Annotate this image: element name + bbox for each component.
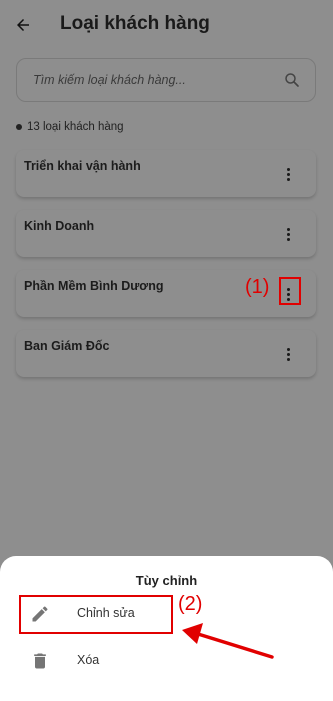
- list-item-label: Triển khai vận hành: [24, 159, 141, 173]
- list-item[interactable]: Phần Mềm Bình Dương: [16, 270, 316, 317]
- more-options-icon[interactable]: [278, 344, 298, 364]
- search-box[interactable]: [16, 58, 316, 102]
- more-options-icon[interactable]: [278, 224, 298, 244]
- arrow-left-icon: [17, 19, 29, 31]
- list-item-label: Ban Giám Đốc: [24, 339, 110, 353]
- list-item[interactable]: Ban Giám Đốc: [16, 330, 316, 377]
- list-item[interactable]: Kinh Doanh: [16, 210, 316, 257]
- search-input[interactable]: [33, 73, 273, 87]
- bottom-sheet: Tùy chỉnh Chỉnh sửa Xóa (2): [0, 556, 333, 701]
- back-button[interactable]: [10, 12, 36, 38]
- bullet-dot: [16, 124, 22, 130]
- list-item-label: Phần Mềm Bình Dương: [24, 279, 164, 293]
- page-title: Loại khách hàng: [60, 13, 210, 34]
- annotation-arrow: [182, 623, 274, 659]
- annotation-highlight-box: [279, 277, 301, 305]
- list-item-label: Kinh Doanh: [24, 219, 95, 233]
- annotation-step-1: (1): [245, 276, 270, 298]
- more-options-icon[interactable]: [278, 164, 298, 184]
- list-item[interactable]: Triển khai vận hành: [16, 150, 316, 197]
- search-icon[interactable]: [283, 71, 301, 89]
- item-count-label: 13 loại khách hàng: [27, 121, 124, 133]
- item-count: 13 loại khách hàng: [16, 121, 124, 133]
